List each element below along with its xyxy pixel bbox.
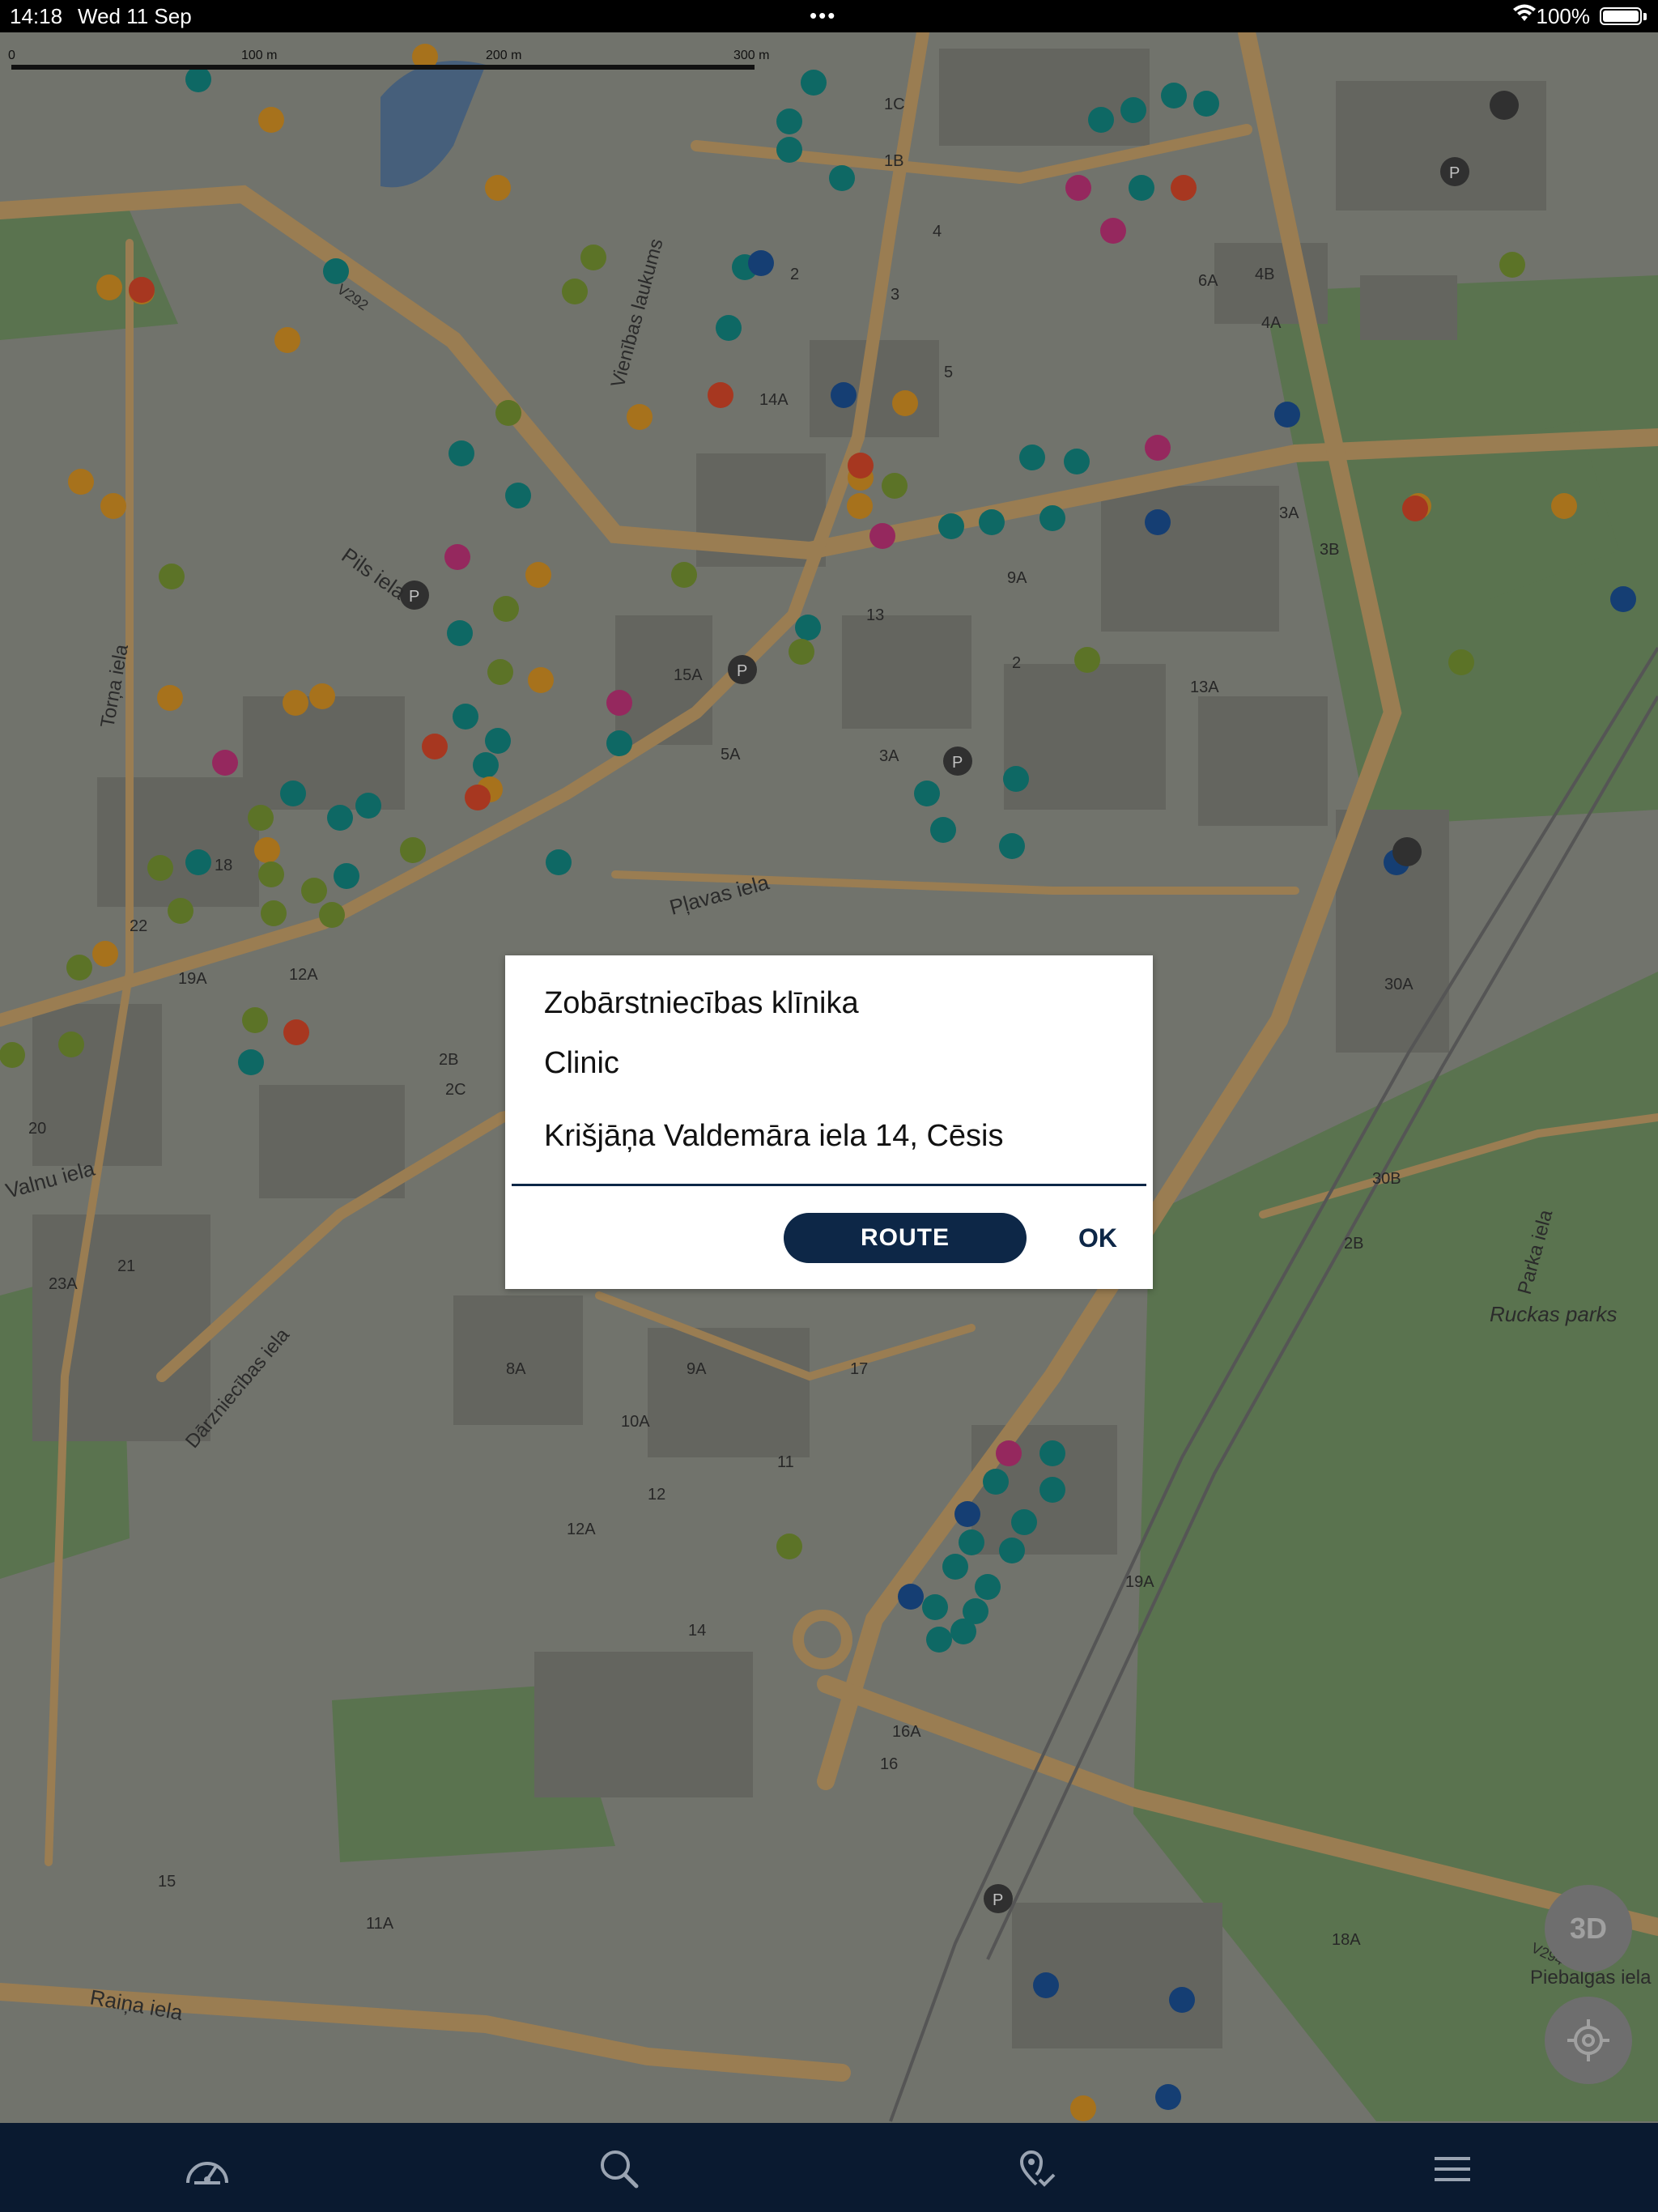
locate-button[interactable] [1545, 1997, 1632, 2084]
scale-label-100: 100 m [241, 49, 278, 62]
battery-tip [1643, 13, 1647, 20]
poi-address: Krišjāņa Valdemāra iela 14, Cēsis [544, 1119, 1004, 1153]
scale-label-200: 200 m [486, 49, 522, 62]
dialog-divider [512, 1184, 1146, 1186]
status-bar: 14:18 Wed 11 Sep ••• 100% [0, 0, 1658, 32]
bottom-navigation [0, 2123, 1658, 2212]
status-time: 14:18 [10, 4, 63, 28]
poi-info-dialog: Zobārstniecības klīnika Clinic Krišjāņa … [505, 955, 1153, 1289]
menu-icon[interactable] [1428, 2147, 1477, 2191]
battery-percent: 100% [1536, 4, 1591, 28]
poi-category: Clinic [544, 1046, 619, 1080]
wifi-icon [1512, 3, 1537, 28]
dashboard-icon[interactable] [183, 2147, 232, 2191]
scale-label-300: 300 m [733, 49, 770, 62]
ok-button[interactable]: OK [1064, 1213, 1132, 1263]
3d-toggle-button[interactable]: 3D [1545, 1885, 1632, 1972]
battery-icon [1600, 7, 1642, 25]
multitask-dots[interactable]: ••• [810, 3, 836, 28]
route-button[interactable]: ROUTE [784, 1213, 1027, 1263]
status-date: Wed 11 Sep [78, 4, 192, 28]
search-icon[interactable] [596, 2147, 644, 2191]
poi-title: Zobārstniecības klīnika [544, 986, 859, 1020]
scale-bar-line [11, 65, 755, 70]
scale-label-0: 0 [8, 49, 15, 62]
places-icon[interactable] [1012, 2147, 1061, 2191]
crosshair-icon [1567, 2019, 1609, 2061]
